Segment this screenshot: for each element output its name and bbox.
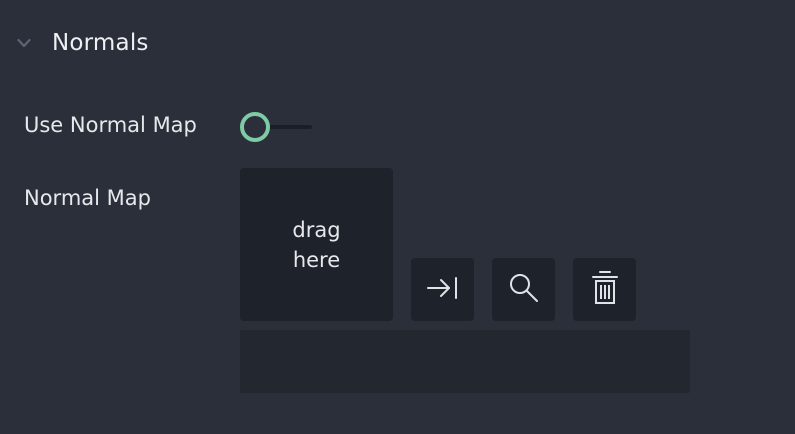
trash-icon: [590, 269, 620, 311]
dropzone-text-line1: drag: [292, 217, 341, 242]
use-normal-map-toggle[interactable]: [240, 112, 314, 142]
section-header-normals[interactable]: Normals: [14, 26, 149, 60]
arrow-to-right-icon: [425, 273, 461, 307]
chevron-down-icon[interactable]: [14, 33, 34, 53]
toggle-knob[interactable]: [240, 112, 270, 142]
section-title: Normals: [52, 30, 149, 56]
assign-button[interactable]: [411, 258, 474, 321]
clear-button[interactable]: [573, 258, 636, 321]
browse-button[interactable]: [492, 258, 555, 321]
dropzone-text-line2: here: [292, 247, 341, 272]
normal-map-dropzone[interactable]: drag here: [240, 168, 393, 321]
normal-map-label: Normal Map: [24, 186, 151, 210]
properties-panel: Normals Use Normal Map Normal Map drag h…: [0, 0, 795, 434]
use-normal-map-label: Use Normal Map: [24, 113, 197, 137]
toggle-track: [266, 125, 312, 129]
normal-map-path-field[interactable]: [240, 330, 690, 393]
search-icon: [507, 271, 541, 309]
